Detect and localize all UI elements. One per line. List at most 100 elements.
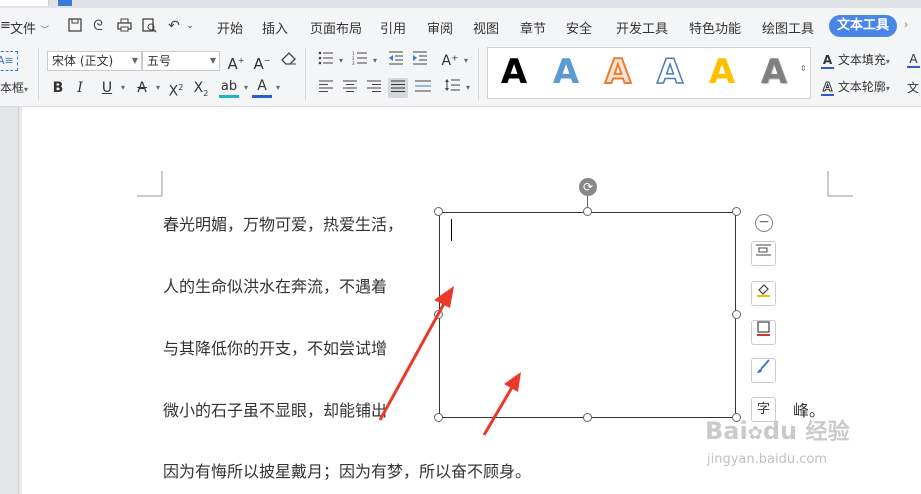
watermark-url: jingyan.baidu.com: [707, 452, 827, 467]
justify-icon[interactable]: [388, 78, 408, 98]
watermark-text-3: 经验: [805, 420, 850, 445]
tab-drawing-tools[interactable]: 绘图工具: [762, 18, 814, 37]
dropdown-arrow-icon[interactable]: ▾: [365, 51, 385, 71]
paragraph-2[interactable]: 人的生命似洪水在奔流，不遇着: [163, 273, 387, 297]
distributed-align-icon[interactable]: [413, 78, 433, 98]
layout-options-button[interactable]: [751, 241, 776, 266]
paragraph-5[interactable]: 因为有悔所以披星戴月；因为有梦，所以奋不顾身。: [163, 458, 531, 482]
tab-view[interactable]: 视图: [473, 18, 499, 37]
undo-dropdown-icon[interactable]: ⌄: [182, 18, 198, 34]
text-outline-label: 文本轮廓: [837, 80, 886, 94]
subscript-icon[interactable]: X2: [191, 78, 211, 98]
collapse-icon[interactable]: −: [755, 214, 773, 232]
text-fill-button[interactable]: A 文本填充▾: [821, 51, 890, 69]
superscript-icon[interactable]: X2: [166, 78, 186, 100]
textbox-button[interactable]: 本框▾: [0, 79, 28, 96]
tab-references[interactable]: 引用: [380, 18, 406, 37]
decrease-font-size-icon[interactable]: A−: [252, 51, 272, 73]
undo-icon[interactable]: ↶: [166, 18, 182, 34]
text-style-gallery: A A A A A A ⇕: [487, 47, 811, 99]
save-icon[interactable]: [67, 18, 83, 34]
menu-bar: ≡ 文件 ﹀ ᘓ ↶ ⌄ 开始 插入 页面布局 引用 审阅 视图 章节 安全 开…: [0, 8, 921, 44]
dropdown-arrow-icon: ▾: [885, 57, 890, 66]
font-name-select[interactable]: 宋体 (正文) ▼: [47, 51, 142, 71]
window-tab-strip: [0, 0, 921, 8]
resize-handle-bottom[interactable]: [583, 413, 592, 422]
print-icon[interactable]: [116, 18, 132, 34]
text-tools-label: 字: [756, 402, 770, 417]
italic-icon[interactable]: I: [70, 78, 90, 98]
text-cut-button[interactable]: 文: [907, 79, 919, 96]
dropdown-arrow-icon: ▾: [885, 84, 890, 93]
text-wrap-icon: [756, 244, 771, 256]
chevron-right-icon[interactable]: ›: [904, 18, 908, 31]
margin-corner-top-right: [827, 171, 853, 197]
dropdown-arrow-icon[interactable]: ▾: [268, 78, 288, 98]
tab-chapter[interactable]: 章节: [520, 18, 546, 37]
bold-icon[interactable]: B: [48, 78, 68, 98]
divider: [38, 48, 39, 100]
resize-handle-right[interactable]: [732, 310, 741, 319]
text-effects-button[interactable]: A: [907, 52, 920, 68]
dropdown-arrow-icon[interactable]: ▾: [113, 78, 133, 98]
tab-page-layout[interactable]: 页面布局: [310, 18, 362, 37]
align-right-icon[interactable]: [364, 78, 384, 98]
tab-review[interactable]: 审阅: [427, 18, 453, 37]
resize-handle-bottom-right[interactable]: [732, 413, 741, 422]
shape-outline-button[interactable]: [751, 320, 776, 345]
tab-insert[interactable]: 插入: [262, 18, 288, 37]
increase-indent-icon[interactable]: [410, 51, 430, 71]
font-size-select[interactable]: 五号 ▼: [142, 51, 220, 71]
shape-fill-button[interactable]: [751, 281, 776, 306]
tab-security[interactable]: 安全: [566, 18, 592, 37]
text-tools-button[interactable]: 字: [751, 397, 776, 422]
rotate-handle-icon[interactable]: ⟳: [579, 178, 597, 196]
text-style-blue[interactable]: A: [544, 52, 588, 92]
text-cut-label: 文: [907, 81, 920, 95]
textbox-icon[interactable]: A≡: [0, 51, 18, 71]
divider: [305, 48, 306, 100]
paragraph-4[interactable]: 微小的石子虽不显眼，却能铺出: [163, 397, 387, 421]
text-style-black[interactable]: A: [492, 52, 536, 92]
dropdown-arrow-icon[interactable]: ▾: [458, 78, 478, 98]
tab-special-features[interactable]: 特色功能: [689, 18, 741, 37]
outline-icon: [757, 321, 770, 336]
decrease-indent-icon[interactable]: [386, 51, 406, 71]
paragraph-3[interactable]: 与其降低你的开支，不如尝试增: [163, 335, 387, 359]
tab-developer-tools[interactable]: 开发工具: [616, 18, 668, 37]
increase-font-size-icon[interactable]: A+: [226, 51, 246, 73]
resize-handle-top[interactable]: [583, 207, 592, 216]
ribbon: A≡ 本框▾ 宋体 (正文) ▼ 五号 ▼ A+ A− B I U ▾ A ▾ …: [0, 44, 921, 107]
export-icon[interactable]: ᘓ: [90, 18, 106, 34]
document-tab[interactable]: [0, 0, 49, 6]
brush-icon: [757, 359, 770, 373]
text-fill-icon: A: [821, 53, 834, 69]
dropdown-arrow-icon[interactable]: ▾: [456, 51, 476, 71]
tab-start[interactable]: 开始: [217, 18, 243, 37]
file-menu[interactable]: 文件 ﹀: [10, 18, 49, 37]
paragraph-1[interactable]: 春光明媚，万物可爱，热爱生活，: [163, 211, 403, 235]
align-center-icon[interactable]: [340, 78, 360, 98]
resize-handle-top-left[interactable]: [434, 207, 443, 216]
text-style-gold[interactable]: A: [700, 52, 744, 92]
resize-handle-top-right[interactable]: [732, 207, 741, 216]
chevron-down-icon: ▼: [131, 56, 138, 65]
text-style-blue-outline[interactable]: A: [648, 51, 692, 93]
text-style-orange-outline[interactable]: A: [596, 51, 640, 93]
left-panel: [0, 107, 19, 494]
align-left-icon[interactable]: [316, 78, 336, 98]
margin-corner-top-left: [137, 171, 163, 197]
print-preview-icon[interactable]: [141, 18, 157, 34]
active-tab-indicator: [58, 0, 72, 6]
format-painter-button[interactable]: [751, 358, 776, 383]
dropdown-arrow-icon[interactable]: ▾: [148, 78, 168, 98]
tab-text-tools[interactable]: 文本工具: [829, 15, 897, 37]
text-style-gray[interactable]: A: [752, 52, 796, 92]
eraser-icon[interactable]: [279, 51, 299, 71]
paw-icon: ✿: [747, 423, 763, 444]
dropdown-arrow-icon: ▾: [24, 85, 29, 94]
gallery-more-icon[interactable]: ⇕: [800, 64, 807, 73]
dropdown-arrow-icon[interactable]: ▾: [331, 51, 351, 71]
text-cursor: [451, 219, 452, 241]
text-outline-button[interactable]: A 文本轮廓▾: [821, 78, 890, 96]
